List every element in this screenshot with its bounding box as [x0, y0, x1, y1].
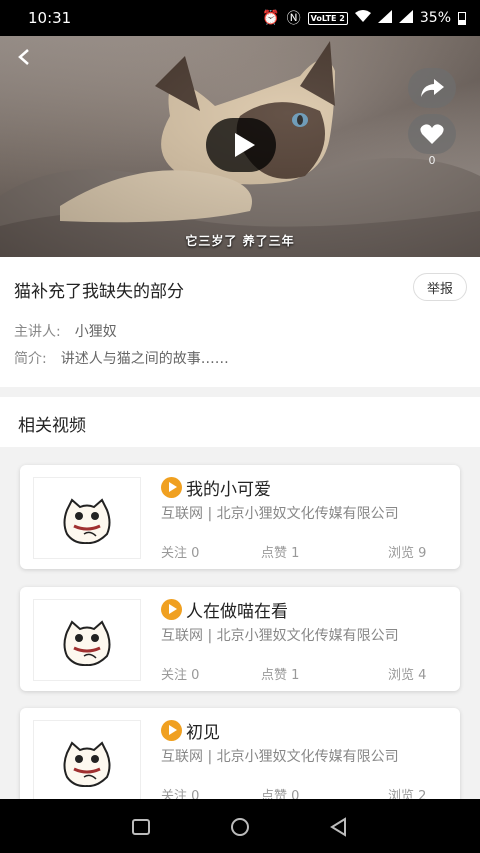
- cat-logo-icon: [63, 498, 111, 544]
- video-player[interactable]: 0 它三岁了 养了三年: [0, 36, 480, 257]
- home-icon: [231, 818, 249, 836]
- heart-icon: [420, 124, 444, 144]
- video-thumbnail: [33, 477, 141, 559]
- signal-2-icon: [398, 9, 413, 27]
- cat-logo-icon: [63, 620, 111, 666]
- status-icons: ⏰ Ⓝ VoLTE 2 35%: [262, 8, 466, 28]
- card-source: 互联网 | 北京小狸奴文化传媒有限公司: [161, 749, 399, 765]
- recents-button[interactable]: [130, 816, 152, 838]
- battery-icon: [458, 11, 466, 25]
- view-count: 浏览 4: [388, 668, 427, 683]
- intro-label: 简介:: [14, 351, 47, 367]
- status-bar: 10:31 ⏰ Ⓝ VoLTE 2 35%: [0, 0, 480, 36]
- back-triangle-icon: [330, 817, 346, 837]
- card-title: 人在做喵在看: [161, 597, 288, 622]
- card-source: 互联网 | 北京小狸奴文化传媒有限公司: [161, 506, 399, 522]
- play-badge-icon: [161, 599, 182, 620]
- video-subtitle: 它三岁了 养了三年: [185, 234, 295, 248]
- view-count: 浏览 9: [388, 546, 427, 561]
- like-count: 0: [428, 154, 436, 167]
- report-button[interactable]: 举报: [413, 273, 467, 301]
- card-source: 互联网 | 北京小狸奴文化传媒有限公司: [161, 628, 399, 644]
- video-thumbnail: [33, 599, 141, 681]
- status-time: 10:31: [28, 9, 72, 27]
- play-badge-icon: [161, 720, 182, 741]
- intro-value: 讲述人与猫之间的故事……: [60, 351, 229, 367]
- share-button[interactable]: [408, 68, 456, 108]
- play-badge-icon: [161, 477, 182, 498]
- signal-icon: [377, 9, 392, 27]
- nfc-icon: Ⓝ: [286, 11, 301, 27]
- cat-logo-icon: [63, 741, 111, 787]
- play-button[interactable]: [206, 118, 276, 172]
- like-stat: 点赞 1: [261, 546, 300, 561]
- related-video-card[interactable]: 初见 互联网 | 北京小狸奴文化传媒有限公司 关注 0 点赞 0 浏览 2: [20, 708, 460, 812]
- share-icon: [421, 79, 444, 97]
- intro-row: 简介: 讲述人与猫之间的故事……: [14, 348, 229, 368]
- speaker-label: 主讲人:: [14, 324, 61, 340]
- follow-count: 关注 0: [161, 668, 200, 683]
- volte-badge: VoLTE 2: [307, 11, 348, 25]
- card-title-text: 初见: [186, 723, 220, 743]
- battery-percent: 35%: [419, 10, 451, 26]
- speaker-row: 主讲人: 小狸奴: [14, 321, 117, 341]
- video-title: 猫补充了我缺失的部分: [14, 282, 184, 302]
- speaker-value: 小狸奴: [74, 324, 117, 340]
- back-nav-button[interactable]: [328, 816, 350, 838]
- card-title: 我的小可爱: [161, 475, 271, 500]
- related-title: 相关视频: [18, 416, 86, 436]
- card-title-text: 人在做喵在看: [186, 602, 288, 622]
- related-header: 相关视频: [0, 397, 480, 447]
- alarm-icon: ⏰: [262, 10, 280, 26]
- follow-count: 关注 0: [161, 546, 200, 561]
- like-stat: 点赞 1: [261, 668, 300, 683]
- back-arrow-icon: [18, 49, 29, 65]
- card-title: 初见: [161, 718, 220, 743]
- wifi-icon: [354, 9, 371, 27]
- video-thumbnail: [33, 720, 141, 802]
- related-video-card[interactable]: 人在做喵在看 互联网 | 北京小狸奴文化传媒有限公司 关注 0 点赞 1 浏览 …: [20, 587, 460, 691]
- recents-icon: [132, 819, 150, 835]
- system-nav-bar: [0, 799, 480, 853]
- card-title-text: 我的小可爱: [186, 480, 271, 500]
- app-root: 10:31 ⏰ Ⓝ VoLTE 2 35% 0 它三岁了 养了三年 猫补充了我缺…: [0, 0, 480, 853]
- home-button[interactable]: [229, 816, 251, 838]
- back-button[interactable]: [12, 42, 36, 72]
- section-divider: [0, 387, 480, 397]
- related-video-card[interactable]: 我的小可爱 互联网 | 北京小狸奴文化传媒有限公司 关注 0 点赞 1 浏览 9: [20, 465, 460, 569]
- like-button[interactable]: [408, 114, 456, 154]
- video-info: 猫补充了我缺失的部分 举报 主讲人: 小狸奴 简介: 讲述人与猫之间的故事……: [0, 257, 480, 387]
